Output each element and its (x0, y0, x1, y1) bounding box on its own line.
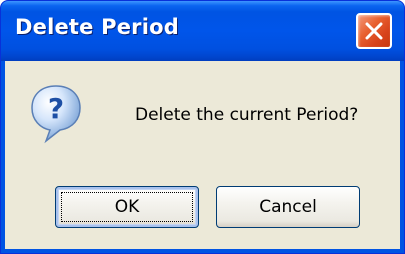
title-bar[interactable]: Delete Period (1, 1, 404, 61)
close-button[interactable] (356, 13, 392, 49)
close-icon (365, 22, 383, 40)
cancel-button[interactable]: Cancel (216, 186, 360, 228)
dialog-message: Delete the current Period? (135, 105, 359, 125)
ok-button-label: OK (114, 197, 140, 217)
window-title: Delete Period (15, 15, 179, 39)
cancel-button-label: Cancel (259, 197, 317, 217)
ok-button[interactable]: OK (55, 186, 199, 228)
svg-text:?: ? (48, 92, 64, 125)
dialog-window: Delete Period ? Delete the current Perio… (0, 0, 405, 254)
question-icon: ? (31, 85, 81, 144)
dialog-body: ? Delete the current Period? OK Cancel (5, 61, 400, 249)
